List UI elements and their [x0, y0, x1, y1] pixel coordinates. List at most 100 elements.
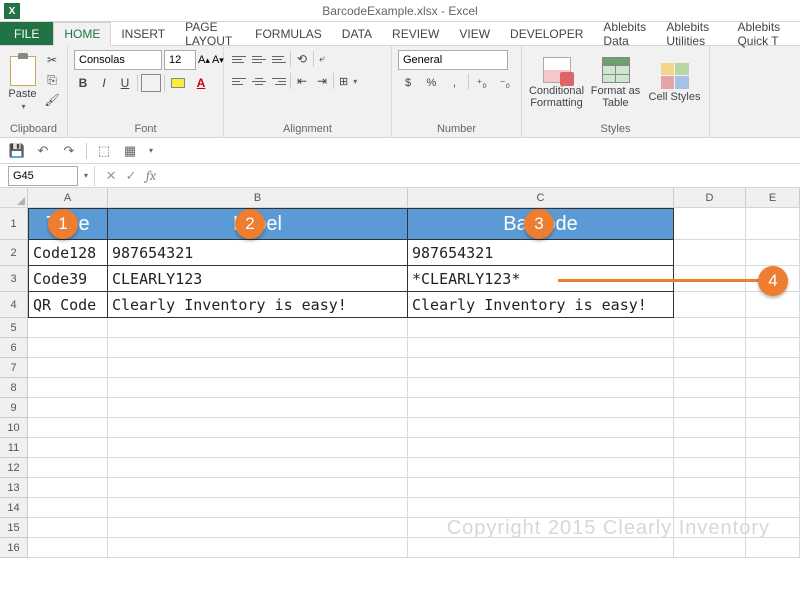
cell[interactable] — [28, 538, 108, 558]
cell[interactable] — [108, 438, 408, 458]
cell[interactable] — [746, 418, 800, 438]
row-header[interactable]: 4 — [0, 292, 28, 318]
cell[interactable] — [674, 398, 746, 418]
row-header[interactable]: 12 — [0, 458, 28, 478]
tab-review[interactable]: REVIEW — [382, 22, 449, 45]
cell[interactable] — [746, 498, 800, 518]
cell[interactable] — [674, 438, 746, 458]
cell[interactable] — [674, 208, 746, 240]
cell[interactable] — [674, 418, 746, 438]
row-header[interactable]: 6 — [0, 338, 28, 358]
chevron-down-icon[interactable]: ▾ — [149, 146, 153, 155]
font-color-button[interactable]: A — [191, 74, 211, 92]
bold-button[interactable]: B — [74, 74, 92, 92]
cell[interactable] — [674, 358, 746, 378]
tab-developer[interactable]: DEVELOPER — [500, 22, 593, 45]
cell[interactable] — [674, 338, 746, 358]
decrease-font-button[interactable]: A▾ — [212, 50, 224, 70]
select-all-corner[interactable] — [0, 188, 28, 207]
name-box[interactable] — [8, 166, 78, 186]
tab-data[interactable]: DATA — [332, 22, 382, 45]
col-header-A[interactable]: A — [28, 188, 108, 207]
cut-button[interactable]: ✂ — [43, 52, 61, 68]
percent-button[interactable]: % — [421, 74, 441, 92]
row-header[interactable]: 14 — [0, 498, 28, 518]
cell[interactable] — [674, 292, 746, 318]
cell[interactable] — [28, 358, 108, 378]
cell[interactable] — [28, 438, 108, 458]
cell[interactable] — [674, 478, 746, 498]
cell[interactable]: 987654321 — [108, 240, 408, 266]
cell[interactable] — [108, 498, 408, 518]
tab-ablebits-utilities[interactable]: Ablebits Utilities — [656, 22, 727, 45]
cell[interactable]: 987654321 — [408, 240, 674, 266]
cell[interactable] — [674, 518, 746, 538]
cell[interactable] — [108, 458, 408, 478]
decrease-decimal-button[interactable]: ⁻₀ — [495, 74, 515, 92]
row-header[interactable]: 10 — [0, 418, 28, 438]
cell[interactable] — [108, 338, 408, 358]
row-header[interactable]: 2 — [0, 240, 28, 266]
cell[interactable] — [408, 418, 674, 438]
cell[interactable] — [28, 458, 108, 478]
tab-page-layout[interactable]: PAGE LAYOUT — [175, 22, 245, 45]
align-top-button[interactable] — [230, 50, 248, 68]
cell[interactable] — [408, 378, 674, 398]
cell[interactable] — [28, 398, 108, 418]
cell[interactable] — [408, 358, 674, 378]
row-header[interactable]: 3 — [0, 266, 28, 292]
row-header[interactable]: 15 — [0, 518, 28, 538]
save-button[interactable]: 💾 — [8, 142, 26, 160]
tab-home[interactable]: HOME — [53, 22, 111, 46]
cell[interactable] — [746, 318, 800, 338]
align-middle-button[interactable] — [250, 50, 268, 68]
cell[interactable] — [746, 478, 800, 498]
cell[interactable] — [28, 318, 108, 338]
cell[interactable] — [746, 538, 800, 558]
comma-button[interactable]: , — [444, 74, 464, 92]
cell[interactable] — [408, 398, 674, 418]
format-as-table-button[interactable]: Format as Table — [587, 50, 644, 116]
cell[interactable] — [746, 378, 800, 398]
paste-button[interactable]: Paste ▾ — [6, 50, 39, 116]
cell[interactable] — [408, 458, 674, 478]
cell[interactable] — [108, 518, 408, 538]
font-name-input[interactable] — [74, 50, 162, 70]
fill-color-button[interactable] — [168, 74, 188, 92]
cell[interactable] — [108, 538, 408, 558]
underline-button[interactable]: U — [116, 74, 134, 92]
cell[interactable] — [746, 240, 800, 266]
cell[interactable] — [674, 240, 746, 266]
cell[interactable] — [28, 378, 108, 398]
tab-ablebits-data[interactable]: Ablebits Data — [593, 22, 656, 45]
qat-button[interactable]: ⬚ — [95, 142, 113, 160]
cell-styles-button[interactable]: Cell Styles — [646, 50, 703, 116]
cell[interactable] — [28, 478, 108, 498]
chevron-down-icon[interactable]: ▾ — [84, 171, 88, 180]
cell[interactable]: Clearly Inventory is easy! — [408, 292, 674, 318]
cell[interactable]: Clearly Inventory is easy! — [108, 292, 408, 318]
increase-indent-button[interactable]: ⇥ — [313, 72, 331, 90]
worksheet-grid[interactable]: A B C D E 1 Type Label Barcode 2 Code128… — [0, 188, 800, 558]
cell[interactable] — [28, 518, 108, 538]
cell[interactable] — [108, 318, 408, 338]
fx-icon[interactable]: fx — [141, 166, 161, 186]
cell[interactable] — [746, 358, 800, 378]
cell[interactable] — [408, 478, 674, 498]
row-header[interactable]: 16 — [0, 538, 28, 558]
cell[interactable] — [408, 518, 674, 538]
cell[interactable] — [408, 498, 674, 518]
cell[interactable] — [674, 378, 746, 398]
font-size-input[interactable] — [164, 50, 196, 70]
qat-button[interactable]: ▦ — [121, 142, 139, 160]
tab-view[interactable]: VIEW — [449, 22, 500, 45]
cell[interactable]: Code128 — [28, 240, 108, 266]
cell[interactable] — [408, 538, 674, 558]
tab-formulas[interactable]: FORMULAS — [245, 22, 332, 45]
align-center-button[interactable] — [250, 72, 268, 90]
cell[interactable] — [746, 398, 800, 418]
cell[interactable]: CLEARLY123 — [108, 266, 408, 292]
redo-button[interactable]: ↷ — [60, 142, 78, 160]
cell[interactable] — [408, 338, 674, 358]
wrap-text-button[interactable]: ⤶ — [316, 50, 328, 68]
